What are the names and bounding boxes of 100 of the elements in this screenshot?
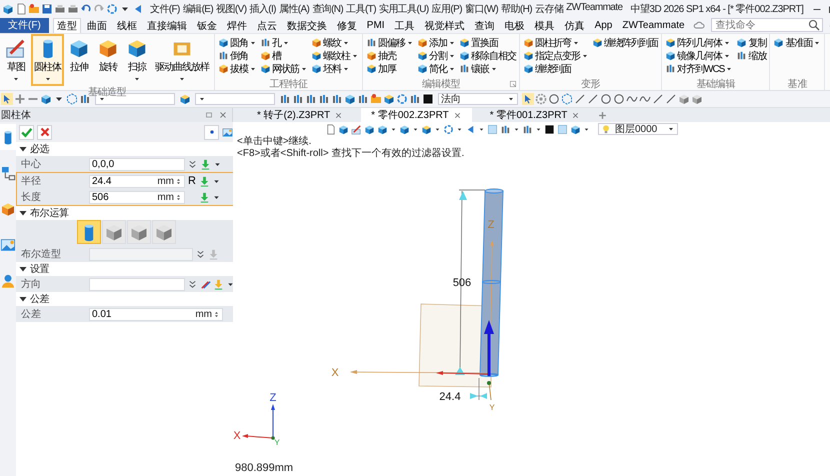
caret-icon[interactable] xyxy=(535,126,542,132)
ribbon-button[interactable]: 抽壳 xyxy=(365,49,415,62)
folder-icon[interactable] xyxy=(370,93,382,105)
close-icon[interactable] xyxy=(218,110,228,120)
ribbon-button[interactable]: 拉伸 xyxy=(65,34,93,86)
circle-icon[interactable] xyxy=(613,93,625,105)
document-tab[interactable]: * 转子(2).Z3PRT xyxy=(247,108,354,122)
launcher-icon[interactable] xyxy=(509,80,517,88)
ribbon-button[interactable]: 缠绕到面 xyxy=(522,62,590,75)
ribbon-tab[interactable]: 直接编辑 xyxy=(142,18,191,32)
ribbon-button[interactable]: 草图 xyxy=(2,34,30,86)
circle-icon[interactable] xyxy=(600,93,612,105)
double-chevron-icon[interactable] xyxy=(187,278,198,290)
boolean-option[interactable] xyxy=(152,220,176,244)
ribbon-tab[interactable]: 视觉样式 xyxy=(420,18,469,32)
person-icon[interactable] xyxy=(0,273,16,289)
ribbon-tab[interactable]: 电极 xyxy=(500,18,529,32)
ribbon-tab[interactable]: 仿真 xyxy=(560,18,589,32)
block-icon[interactable] xyxy=(678,93,690,105)
cube-icon[interactable] xyxy=(40,93,52,105)
menu-item[interactable]: 视图(V) xyxy=(216,2,246,16)
bars-icon[interactable] xyxy=(279,93,291,105)
bars-icon[interactable] xyxy=(318,93,330,105)
boolean-option[interactable] xyxy=(76,220,100,244)
bars-icon[interactable] xyxy=(331,93,343,105)
line-icon[interactable] xyxy=(574,93,586,105)
input-field[interactable]: 0,0,0 xyxy=(89,158,185,170)
ribbon-button[interactable]: 添加 xyxy=(416,36,457,49)
square-icon[interactable] xyxy=(422,93,434,105)
caret-icon[interactable] xyxy=(390,126,397,132)
cube-icon[interactable] xyxy=(0,201,16,217)
caret-icon[interactable] xyxy=(478,126,485,132)
menu-item[interactable]: 属性(A) xyxy=(278,2,310,16)
boolean-option[interactable] xyxy=(102,220,126,244)
ribbon-button[interactable]: 圆柱体 xyxy=(31,34,64,86)
sketch-icon[interactable] xyxy=(351,124,362,134)
ribbon-button[interactable]: 指定点变形 xyxy=(522,49,590,62)
bars-icon[interactable] xyxy=(357,93,369,105)
caret-icon[interactable] xyxy=(412,126,419,132)
bars-icon[interactable] xyxy=(305,93,317,105)
ribbon-button[interactable]: 加厚 xyxy=(365,62,415,75)
circle-icon[interactable] xyxy=(548,93,560,105)
ribbon-button[interactable]: 复制 xyxy=(735,36,768,49)
ribbon-button[interactable]: 孔 xyxy=(259,36,309,49)
ribbon-tab[interactable]: ZWTeammate xyxy=(618,18,689,32)
ribbon-tab[interactable]: App xyxy=(590,18,616,32)
save-icon[interactable] xyxy=(41,2,53,14)
ribbon-tab[interactable]: 点云 xyxy=(252,18,281,32)
cube-icon[interactable] xyxy=(364,124,375,134)
search-icon[interactable] xyxy=(808,19,820,31)
boolean-option[interactable] xyxy=(126,220,150,244)
cube-icon[interactable] xyxy=(179,93,191,105)
ribbon-tab[interactable]: 工具 xyxy=(390,18,419,32)
cube-icon[interactable] xyxy=(399,124,410,134)
menu-item[interactable]: 插入(I) xyxy=(249,2,276,16)
ribbon-tab[interactable]: PMI xyxy=(362,18,389,32)
cloud-icon[interactable] xyxy=(692,19,705,31)
ribbon-button[interactable]: 网状筋 xyxy=(259,62,309,75)
caret-icon[interactable] xyxy=(456,126,463,132)
layer-dropdown[interactable]: 图层0000 xyxy=(598,123,678,135)
menu-item[interactable]: 帮助(H) xyxy=(501,2,532,16)
menu-item[interactable]: 查询(N) xyxy=(312,2,344,16)
ribbon-button[interactable]: 圆角 xyxy=(217,36,258,49)
triangle-icon[interactable] xyxy=(465,124,476,134)
ribbon-button[interactable]: 分割 xyxy=(416,49,457,62)
ribbon-button[interactable]: 螺纹 xyxy=(310,36,360,49)
cube-icon[interactable] xyxy=(377,124,388,134)
ribbon-tab[interactable]: 查询 xyxy=(470,18,499,32)
menu-item[interactable]: 实用工具(U) xyxy=(378,2,429,16)
square-icon[interactable] xyxy=(544,124,555,134)
file-menu-button[interactable]: 文件(F) xyxy=(0,18,49,32)
picture-icon[interactable] xyxy=(0,237,16,253)
ribbon-button[interactable]: 螺纹柱 xyxy=(310,49,360,62)
document-tab[interactable]: * 零件001.Z3PRT xyxy=(480,108,590,122)
search-field[interactable]: 查找命令 xyxy=(710,18,823,32)
caret-icon[interactable] xyxy=(434,126,441,132)
ribbon-button[interactable]: 基准面 xyxy=(772,36,822,49)
ribbon-tab[interactable]: 修复 xyxy=(332,18,361,32)
picture-icon[interactable] xyxy=(222,126,233,138)
ribbon-button[interactable]: 置换面 xyxy=(458,36,517,49)
circle-icon[interactable] xyxy=(443,124,454,134)
cube-icon[interactable] xyxy=(344,93,356,105)
caret-icon[interactable] xyxy=(513,126,520,132)
ribbon-button[interactable]: 扫掠 xyxy=(123,34,151,86)
ribbon-tab[interactable]: 曲面 xyxy=(82,18,111,32)
spinner-icon[interactable] xyxy=(174,192,183,202)
ribbon-button[interactable]: 缩放 xyxy=(735,49,768,62)
hexagon-icon[interactable] xyxy=(561,93,573,105)
ribbon-button[interactable]: 阵列几何体 xyxy=(664,36,734,49)
line-icon[interactable] xyxy=(665,93,677,105)
ribbon-tab[interactable]: 造型 xyxy=(52,18,81,32)
cube-icon[interactable] xyxy=(383,93,395,105)
ribbon-button[interactable]: 驱动曲线放样 xyxy=(152,34,212,86)
cube-icon[interactable] xyxy=(2,2,14,14)
preview-button[interactable] xyxy=(204,124,219,140)
menu-item[interactable]: 编辑(E) xyxy=(182,2,214,16)
bars-icon[interactable] xyxy=(292,93,304,105)
cube-icon[interactable] xyxy=(570,124,581,134)
menu-item[interactable]: ZWTeammate xyxy=(566,2,622,16)
cube-icon[interactable] xyxy=(421,124,432,134)
